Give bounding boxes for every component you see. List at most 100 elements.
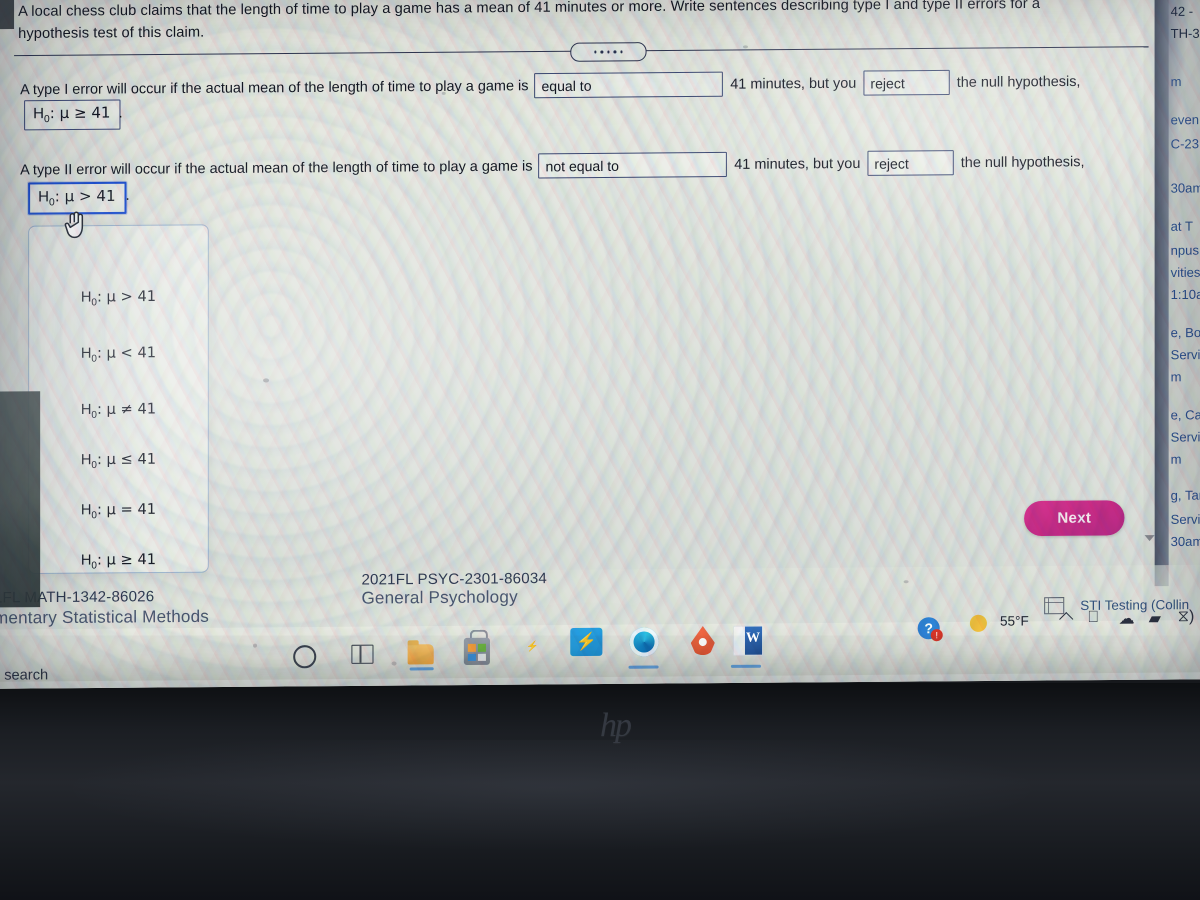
opt-h: H xyxy=(80,401,92,419)
opt-h: H xyxy=(80,289,92,306)
type-i-condition-select[interactable]: equal to xyxy=(534,71,724,99)
right-line-0: 42 - xyxy=(1170,3,1194,19)
dropdown-option-gt[interactable]: H0: μ > 41 xyxy=(29,288,208,309)
course-code-psyc: 2021FL PSYC-2301-86034 xyxy=(361,569,547,589)
right-line-11: Servic xyxy=(1170,346,1200,363)
opt-rest: : μ ≤ 41 xyxy=(96,450,157,469)
type-ii-tail-text: the null hypothesis, xyxy=(960,153,1085,171)
photo-of-laptop-screen: hp A local chess club claims that the le… xyxy=(0,0,1200,900)
hypothesis-dropdown-list[interactable]: H0: μ > 41 H0: μ < 41 H0: μ ≠ 41 H0: μ ≤… xyxy=(28,224,209,575)
right-line-9: 1:10am xyxy=(1170,286,1200,303)
right-line-14: Servic xyxy=(1170,429,1200,445)
course-name-psyc: General Psychology xyxy=(361,587,518,608)
type-i-answer-h: H xyxy=(33,105,45,123)
task-view-icon[interactable] xyxy=(351,644,374,664)
course-window-psyc[interactable]: 2021FL PSYC-2301-86034 General Psycholog… xyxy=(361,570,547,609)
right-line-16: g, Tam xyxy=(1170,487,1200,503)
dot-pill-handle[interactable] xyxy=(570,42,647,62)
type-i-hypothesis-answer[interactable]: H0: μ ≥ 41 xyxy=(24,99,121,131)
opt-rest: : μ ≠ 41 xyxy=(96,400,157,418)
top-left-shadow xyxy=(0,0,15,30)
blue-app-icon[interactable]: ⚡ xyxy=(570,627,603,657)
dot-4 xyxy=(613,50,617,54)
dropdown-option-gte[interactable]: H0: μ ≥ 41 xyxy=(29,551,208,572)
dot-3 xyxy=(607,50,610,54)
quiz-content-area: A local chess club claims that the lengt… xyxy=(0,0,1200,599)
scroll-down-caret-icon[interactable] xyxy=(1144,535,1155,542)
taskbar-active-underline-3 xyxy=(730,664,762,668)
right-line-15: m xyxy=(1170,451,1182,467)
taskbar-active-underline-1 xyxy=(409,667,434,671)
file-explorer-icon[interactable] xyxy=(407,644,434,665)
dropdown-option-lte[interactable]: H0: μ ≤ 41 xyxy=(29,450,208,471)
microsoft-store-icon[interactable] xyxy=(463,637,490,666)
right-line-2: m xyxy=(1170,74,1182,90)
right-line-13: e, Car xyxy=(1170,407,1200,423)
right-line-17: Service xyxy=(1170,511,1200,527)
type-ii-decision-select[interactable]: reject xyxy=(867,150,954,176)
right-line-12: m xyxy=(1170,369,1182,385)
type-i-answer-rest: : μ ≥ 41 xyxy=(49,103,111,123)
opt-rest: : μ < 41 xyxy=(96,344,157,362)
screen-edge-shadow xyxy=(0,391,41,608)
type-ii-error-row: A type II error will occur if the actual… xyxy=(20,148,1175,182)
type-i-error-lead-text: A type I error will occur if the actual … xyxy=(20,77,529,98)
laptop-screen: A local chess club claims that the lengt… xyxy=(0,0,1200,689)
opt-h: H xyxy=(80,345,92,362)
help-alert-badge: ! xyxy=(930,629,943,642)
type-ii-period: . xyxy=(125,186,130,204)
opt-h: H xyxy=(80,552,92,569)
small-app-icon[interactable]: ⚡ xyxy=(526,641,539,652)
right-line-18: 30am xyxy=(1170,533,1200,550)
dot-5 xyxy=(620,50,623,54)
right-line-1: TH-3 xyxy=(1170,25,1200,42)
cortana-circle-icon[interactable] xyxy=(293,645,317,669)
dot-1 xyxy=(593,50,597,54)
opt-h: H xyxy=(80,452,92,469)
edge-browser-icon[interactable] xyxy=(629,627,659,657)
screen-surface: A local chess club claims that the lengt… xyxy=(0,0,1200,689)
opt-rest: : μ > 41 xyxy=(96,287,157,306)
type-i-period: . xyxy=(118,104,123,122)
right-line-5: 30am xyxy=(1170,180,1200,196)
volume-icon[interactable]: ⧖) xyxy=(1178,608,1195,626)
weather-temperature[interactable]: 55°F xyxy=(1000,613,1029,628)
opt-rest: : μ ≥ 41 xyxy=(96,550,157,569)
dropdown-option-eq[interactable]: H0: μ = 41 xyxy=(29,500,208,521)
right-line-6: at T xyxy=(1170,218,1193,234)
right-line-7: npus xyxy=(1170,242,1199,258)
hp-logo: hp xyxy=(600,707,632,744)
word-letter: W xyxy=(745,630,761,646)
battery-icon[interactable]: ▰ xyxy=(1149,608,1161,628)
type-ii-answer-h: H xyxy=(38,188,50,206)
type-ii-error-lead-text: A type II error will occur if the actual… xyxy=(20,157,533,179)
word-icon[interactable]: W xyxy=(732,625,764,656)
onedrive-cloud-icon[interactable]: ☁ xyxy=(1118,609,1134,629)
right-line-3: even xyxy=(1170,112,1199,128)
type-i-tail-text: the null hypothesis, xyxy=(956,73,1081,91)
right-line-4: C-23 xyxy=(1170,136,1199,152)
dropdown-option-neq[interactable]: H0: μ ≠ 41 xyxy=(29,400,208,421)
taskbar-active-underline-2 xyxy=(628,665,659,669)
hand-cursor-icon xyxy=(64,211,84,239)
window-edge xyxy=(1154,0,1169,587)
right-line-10: e, Bo xyxy=(1170,324,1200,341)
taskbar-search-input[interactable]: o search xyxy=(0,667,48,684)
type-ii-condition-select[interactable]: not equal to xyxy=(538,151,728,179)
network-icon[interactable]: ⎕ xyxy=(1088,609,1098,627)
right-line-8: vities xyxy=(1170,264,1200,280)
dropdown-option-lt[interactable]: H0: μ < 41 xyxy=(29,344,208,365)
type-ii-answer-rest: : μ > 41 xyxy=(54,186,116,206)
opt-h: H xyxy=(80,502,92,519)
type-i-mid-text: 41 minutes, but you xyxy=(730,75,857,93)
chassis-sheen xyxy=(0,740,1200,860)
right-side-window-strip[interactable]: 42 - TH-3 m even C-23 30am at T npus vit… xyxy=(1154,0,1200,587)
type-i-error-row: A type I error will occur if the actual … xyxy=(20,68,1175,102)
calendar-grid-icon xyxy=(1044,597,1065,615)
type-i-decision-select[interactable]: reject xyxy=(863,69,950,96)
course-name-math: mentary Statistical Methods xyxy=(0,606,210,628)
opt-rest: : μ = 41 xyxy=(96,500,157,519)
next-button[interactable]: Next xyxy=(1024,500,1125,537)
dot-2 xyxy=(600,50,604,54)
type-ii-mid-text: 41 minutes, but you xyxy=(734,155,861,173)
